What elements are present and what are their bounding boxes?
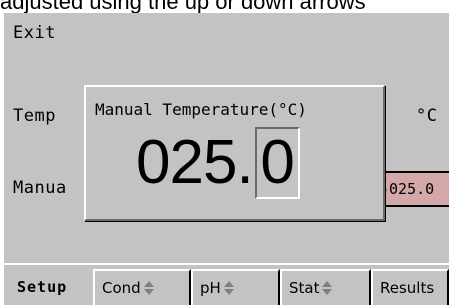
tab-results[interactable]: Results <box>371 269 449 305</box>
dialog-title: Manual Temperature(°C) <box>95 100 307 119</box>
tab-stat-label: Stat <box>289 279 320 297</box>
manual-temperature-value: -025.0 <box>380 180 435 198</box>
tab-stat[interactable]: Stat <box>280 269 371 305</box>
temperature-entry: 025. 0 <box>136 123 300 203</box>
tab-results-label: Results <box>380 279 435 297</box>
temperature-fixed-digits: 025. <box>136 128 254 197</box>
tab-cond[interactable]: Cond <box>93 269 191 305</box>
manual-temperature-dialog: Manual Temperature(°C) 025. 0 <box>84 85 385 221</box>
tab-setup[interactable]: Setup <box>4 269 93 305</box>
up-down-arrows-icon <box>223 281 234 295</box>
meter-screen: Exit Temp °C Manua -025.0 Manual Tempera… <box>4 13 449 305</box>
tab-ph-label: pH <box>200 279 221 297</box>
temp-label: Temp <box>13 106 56 126</box>
caption-text: adjusted using the up or down arrows <box>0 0 366 13</box>
unit-label: °C <box>416 106 438 126</box>
up-down-arrows-icon <box>321 281 333 295</box>
manual-temperature-field[interactable]: -025.0 <box>375 171 449 207</box>
tab-cond-label: Cond <box>102 279 141 297</box>
tab-ph[interactable]: pH <box>191 269 280 305</box>
tab-bar: Setup Cond pH Stat Results <box>4 263 449 305</box>
exit-button[interactable]: Exit <box>13 23 56 43</box>
manual-label: Manua <box>13 178 67 198</box>
up-down-arrows-icon <box>143 281 154 295</box>
selected-digit[interactable]: 0 <box>254 127 300 199</box>
